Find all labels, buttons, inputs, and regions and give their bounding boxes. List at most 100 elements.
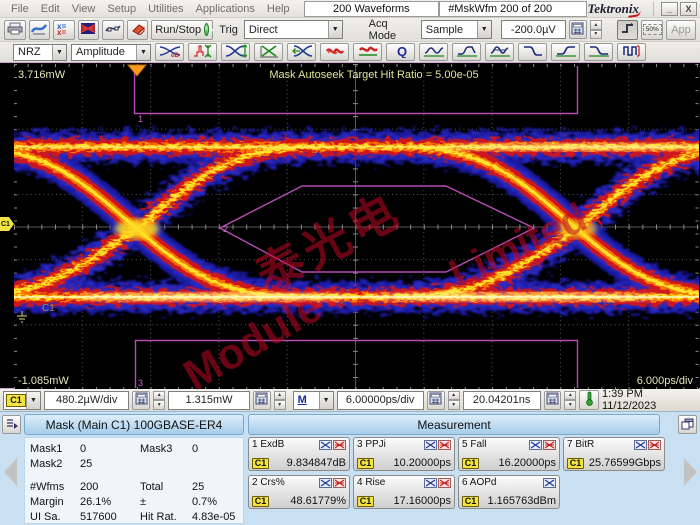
- noise-button[interactable]: [353, 43, 382, 61]
- wave-rise-icon: [456, 44, 478, 61]
- menu-bar: File Edit View Setup Utilities Applications He…: [0, 0, 700, 18]
- math-variables-button[interactable]: x= x=: [53, 19, 75, 40]
- rise-measure-button[interactable]: [452, 43, 481, 61]
- mask-badge-icon[interactable]: [543, 439, 556, 450]
- panel-list-button[interactable]: [2, 415, 21, 434]
- svg-text:x=: x=: [57, 28, 66, 35]
- scroll-right-button[interactable]: [684, 458, 697, 486]
- fall-measure-button[interactable]: [518, 43, 547, 61]
- mask-icon: [80, 22, 96, 38]
- waveform-markers-button[interactable]: [102, 19, 124, 40]
- keypad-button[interactable]: [132, 390, 151, 410]
- keypad-button[interactable]: [426, 390, 445, 410]
- channel-c1-marker[interactable]: C1: [0, 217, 14, 231]
- vertical-scale-stepper[interactable]: ▲ ▼: [153, 390, 166, 410]
- mask1-label: 1: [138, 114, 143, 124]
- horizontal-position-stepper[interactable]: ▲ ▼: [564, 390, 577, 410]
- measurement-badge[interactable]: 5 Fall C1 16.20000ps: [458, 437, 560, 471]
- acq-mode-select[interactable]: Sample ▼: [420, 20, 492, 39]
- histogram-button[interactable]: [188, 43, 217, 61]
- close-button[interactable]: X: [680, 1, 697, 16]
- crossing-icon: [258, 44, 280, 61]
- fall2-measure-button[interactable]: [584, 43, 613, 61]
- eye-height-button[interactable]: [221, 43, 250, 61]
- mask-badge-icon[interactable]: [333, 439, 346, 450]
- waveform-display: C1 1 2 3 3.716mW Mask Autoseek Target Hi…: [0, 62, 700, 400]
- menu-item[interactable]: Edit: [35, 3, 66, 15]
- pulse-measure-button[interactable]: [485, 43, 514, 61]
- edge-trigger-button[interactable]: [616, 19, 639, 40]
- results-panel: Mask (Main C1) 100GBASE-ER4 Measurement …: [0, 411, 700, 525]
- vertical-offset-stepper[interactable]: ▲ ▼: [273, 390, 286, 410]
- keypad-button[interactable]: [569, 20, 587, 39]
- waveform-badge-icon[interactable]: [529, 439, 542, 450]
- minimize-button[interactable]: _: [661, 1, 678, 16]
- waveform-badge-icon[interactable]: [319, 477, 332, 488]
- vertical-scale-input[interactable]: 480.2µW/div: [44, 390, 130, 410]
- menu-item[interactable]: Help: [261, 3, 296, 15]
- waveform-badge-icon[interactable]: [543, 477, 556, 488]
- mask-badge-icon[interactable]: [648, 439, 661, 450]
- horizontal-position-input[interactable]: 20.04201ns: [462, 390, 541, 410]
- calculator-icon: [255, 392, 268, 408]
- menu-items: File Edit View Setup Utilities Applications He…: [5, 3, 296, 15]
- chevron-down-icon: ▼: [136, 44, 150, 60]
- variables-icon: x= x=: [56, 22, 72, 38]
- wave-fall2-icon: [588, 44, 610, 61]
- menu-item[interactable]: View: [66, 3, 102, 15]
- mask-badge-icon[interactable]: [438, 439, 451, 450]
- keypad-button[interactable]: [543, 390, 562, 410]
- scroll-left-button[interactable]: [4, 458, 17, 486]
- measurement-badge[interactable]: 3 PPJi C1 10.20000ps: [353, 437, 455, 471]
- app-button[interactable]: App: [666, 19, 696, 40]
- measurement-badge[interactable]: 1 ExdB C1 9.834847dB: [248, 437, 350, 471]
- panel-window-button[interactable]: [678, 415, 697, 434]
- crossing-button[interactable]: [254, 43, 283, 61]
- menu-item[interactable]: Setup: [101, 3, 142, 15]
- waveform-badge-icon[interactable]: [424, 439, 437, 450]
- period-measure-button[interactable]: [419, 43, 448, 61]
- channel-select[interactable]: C1 ▼: [3, 390, 41, 410]
- measurement-badge[interactable]: 7 BitR C1 25.76599Gbps: [563, 437, 665, 471]
- measurement-badge[interactable]: 4 Rise C1 17.16000ps: [353, 475, 455, 509]
- menu-item[interactable]: Utilities: [142, 3, 189, 15]
- q-factor-button[interactable]: Q: [386, 43, 415, 61]
- waveform-badge-icon[interactable]: [424, 477, 437, 488]
- menu-item[interactable]: File: [5, 3, 35, 15]
- measurement-badge[interactable]: 6 AOPd C1 1.165763dBm: [458, 475, 560, 509]
- measurement-toolbar: NRZ ▼ Amplitude ▼ dB Q: [0, 42, 700, 62]
- horizontal-scale-stepper[interactable]: ▲ ▼: [447, 390, 460, 410]
- jitter-button[interactable]: [320, 43, 349, 61]
- set-50pct-button[interactable]: 50%: [641, 19, 664, 40]
- run-stop-button[interactable]: Run/Stop: [151, 19, 215, 40]
- chevron-down-icon: ▼: [52, 44, 66, 60]
- signal-type-select[interactable]: NRZ ▼: [13, 43, 67, 61]
- trig-label: Trig: [219, 23, 238, 36]
- menu-item[interactable]: Applications: [190, 3, 261, 15]
- keypad-button[interactable]: [252, 390, 271, 410]
- eye-width-button[interactable]: [287, 43, 316, 61]
- mask-badge-icon[interactable]: [333, 477, 346, 488]
- temperature-button[interactable]: [579, 390, 599, 410]
- measure-category-select[interactable]: Amplitude ▼: [71, 43, 151, 61]
- trigger-level-input[interactable]: -200.0µV: [500, 20, 566, 39]
- print-button[interactable]: [4, 19, 26, 40]
- burst-measure-button[interactable]: [617, 43, 646, 61]
- extinction-ratio-button[interactable]: dB: [155, 43, 184, 61]
- histogram-icon: [192, 44, 214, 61]
- waveform-badge-icon[interactable]: [319, 439, 332, 450]
- timebase-select[interactable]: M ▼: [292, 390, 334, 410]
- mask-test-button[interactable]: [77, 19, 100, 40]
- rise2-measure-button[interactable]: [551, 43, 580, 61]
- horizontal-scale-input[interactable]: 6.00000ps/div: [336, 390, 424, 410]
- time-scale-readout: 6.000ps/div: [637, 375, 694, 387]
- waveform-badge-icon[interactable]: [634, 439, 647, 450]
- trigger-source-select[interactable]: Direct ▼: [243, 20, 343, 39]
- window-copy-icon: [681, 417, 694, 433]
- erase-button[interactable]: [126, 19, 149, 40]
- trigger-level-stepper[interactable]: ▲ ▼: [589, 20, 602, 39]
- save-waveform-button[interactable]: [28, 19, 51, 40]
- wave-fall-icon: [522, 44, 544, 61]
- mask-badge-icon[interactable]: [438, 477, 451, 488]
- measurement-badge[interactable]: 2 Crs% C1 48.61779%: [248, 475, 350, 509]
